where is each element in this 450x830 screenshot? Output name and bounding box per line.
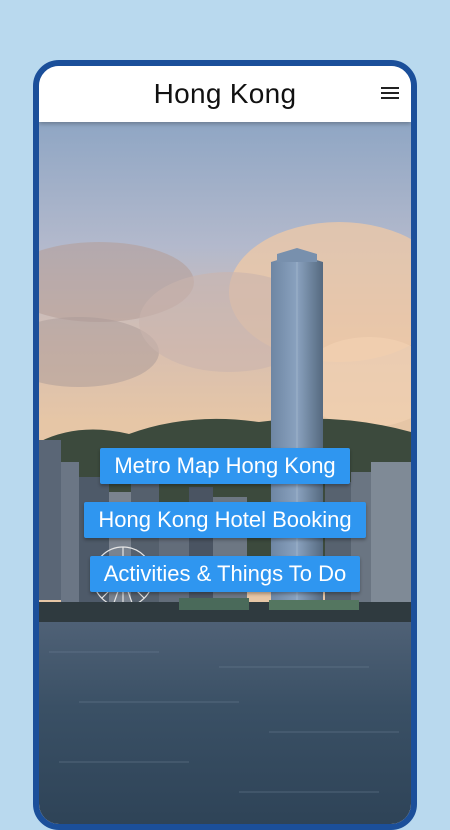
phone-frame: Hong Kong Metro Map Hong Kong Hong Kong …: [33, 60, 417, 830]
hamburger-menu-icon: [381, 87, 399, 99]
menu-button[interactable]: [379, 84, 401, 102]
activities-button[interactable]: Activities & Things To Do: [89, 556, 361, 592]
hotel-booking-button[interactable]: Hong Kong Hotel Booking: [84, 502, 366, 538]
metro-map-button[interactable]: Metro Map Hong Kong: [100, 448, 350, 484]
app-bar: Hong Kong: [39, 66, 411, 122]
hero-image: Metro Map Hong Kong Hong Kong Hotel Book…: [39, 122, 411, 824]
link-button-group: Metro Map Hong Kong Hong Kong Hotel Book…: [39, 448, 411, 592]
page-title: Hong Kong: [153, 78, 297, 109]
